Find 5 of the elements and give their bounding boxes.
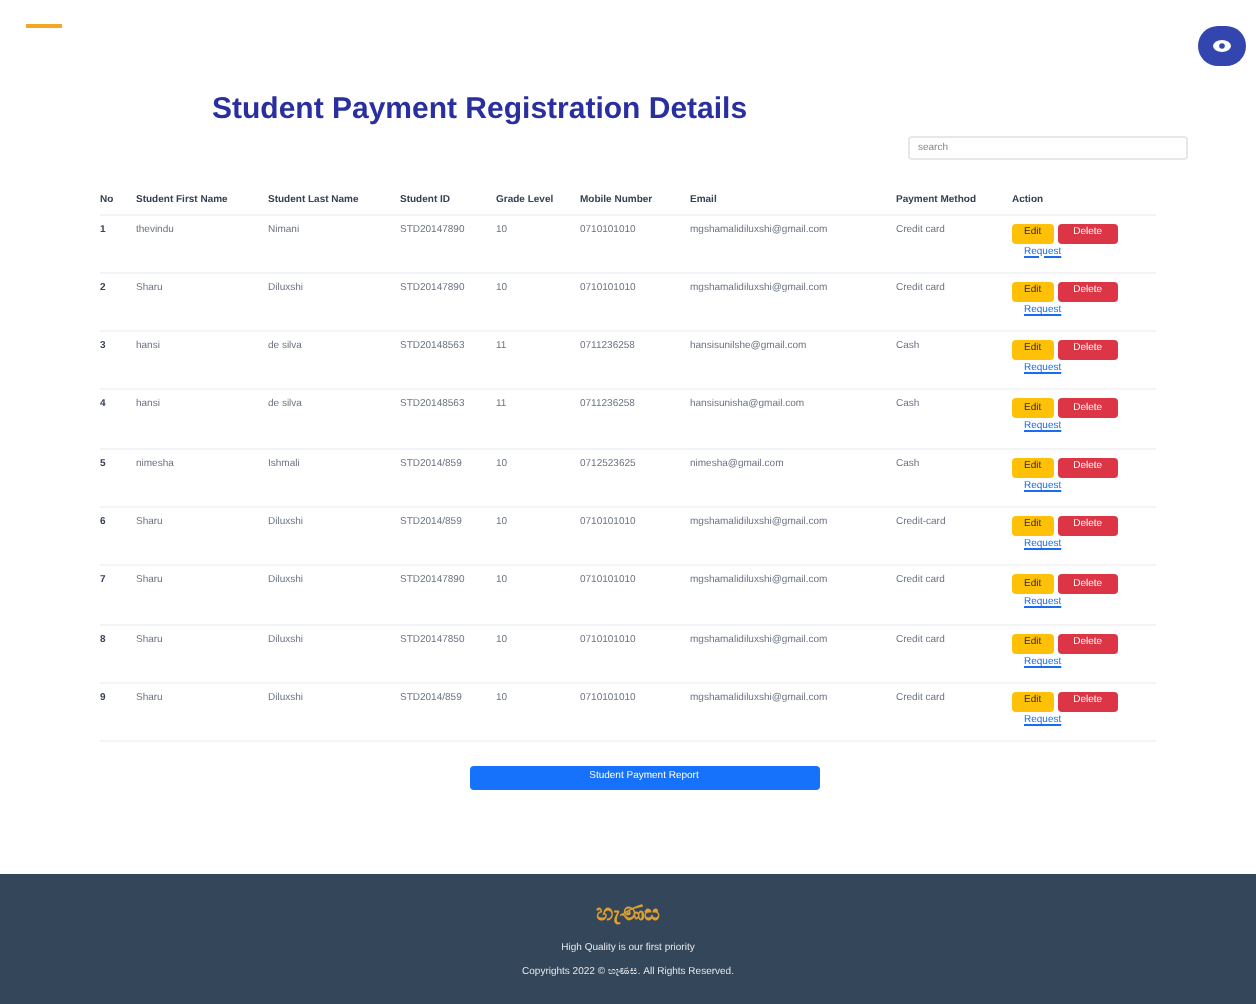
accent-bar (26, 24, 62, 28)
eye-icon (1212, 38, 1232, 54)
page-title: Student Payment Registration Details (212, 90, 748, 130)
profile-button[interactable] (1198, 26, 1246, 66)
footer-logo: හැණස (596, 900, 660, 930)
